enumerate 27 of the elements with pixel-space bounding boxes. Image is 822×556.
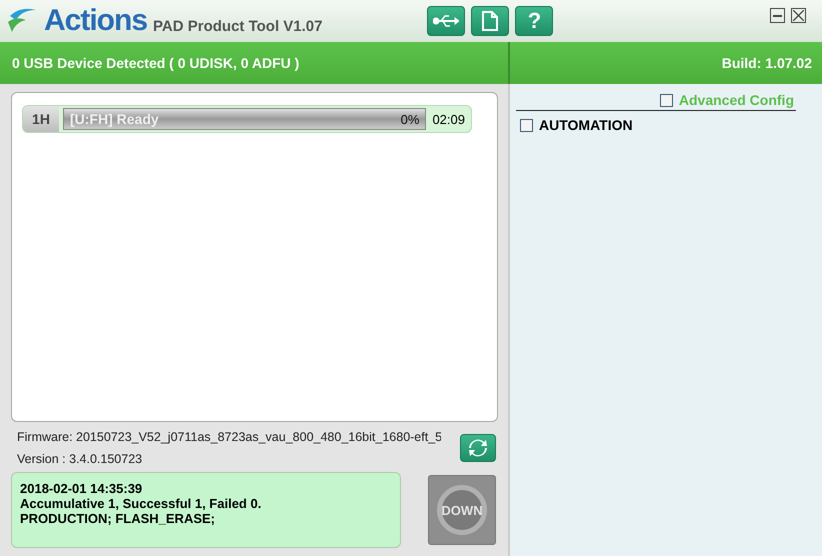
checkbox[interactable] [660, 94, 673, 106]
close-button[interactable] [791, 8, 806, 23]
close-icon [793, 10, 804, 21]
log-line: Accumulative 1, Successful 1, Failed 0. [20, 496, 262, 511]
refresh-icon [468, 439, 488, 457]
usb-icon [433, 14, 460, 28]
device-status: 0 USB Device Detected ( 0 UDISK, 0 ADFU ) [12, 55, 300, 71]
document-icon [482, 11, 498, 31]
checkbox[interactable] [520, 118, 533, 132]
document-button[interactable] [471, 6, 510, 36]
usb-button[interactable] [427, 6, 466, 36]
progress-percent: 0% [400, 112, 420, 126]
firmware-version: Version : 3.4.0.150723 [17, 452, 144, 466]
window-title: PAD Product Tool V1.07 [153, 18, 322, 34]
build-number: Build: 1.07.02 [722, 55, 812, 71]
port-status: [U:FH] Ready [70, 111, 159, 127]
port-label: 1H [23, 106, 59, 132]
option-label: AUTOMATION [539, 117, 633, 133]
log-line: 2018-02-01 14:35:39 [20, 481, 144, 496]
brand-name: Actions [44, 4, 148, 38]
config-link[interactable]: Advanced Config [678, 92, 794, 108]
refresh-button[interactable] [460, 434, 496, 462]
minimize-icon [773, 14, 782, 16]
port-time: 02:09 [431, 112, 466, 126]
minimize-button[interactable] [770, 8, 785, 23]
help-button[interactable]: ? [515, 6, 554, 36]
log-line: PRODUCTION; FLASH_ERASE; [20, 511, 216, 526]
